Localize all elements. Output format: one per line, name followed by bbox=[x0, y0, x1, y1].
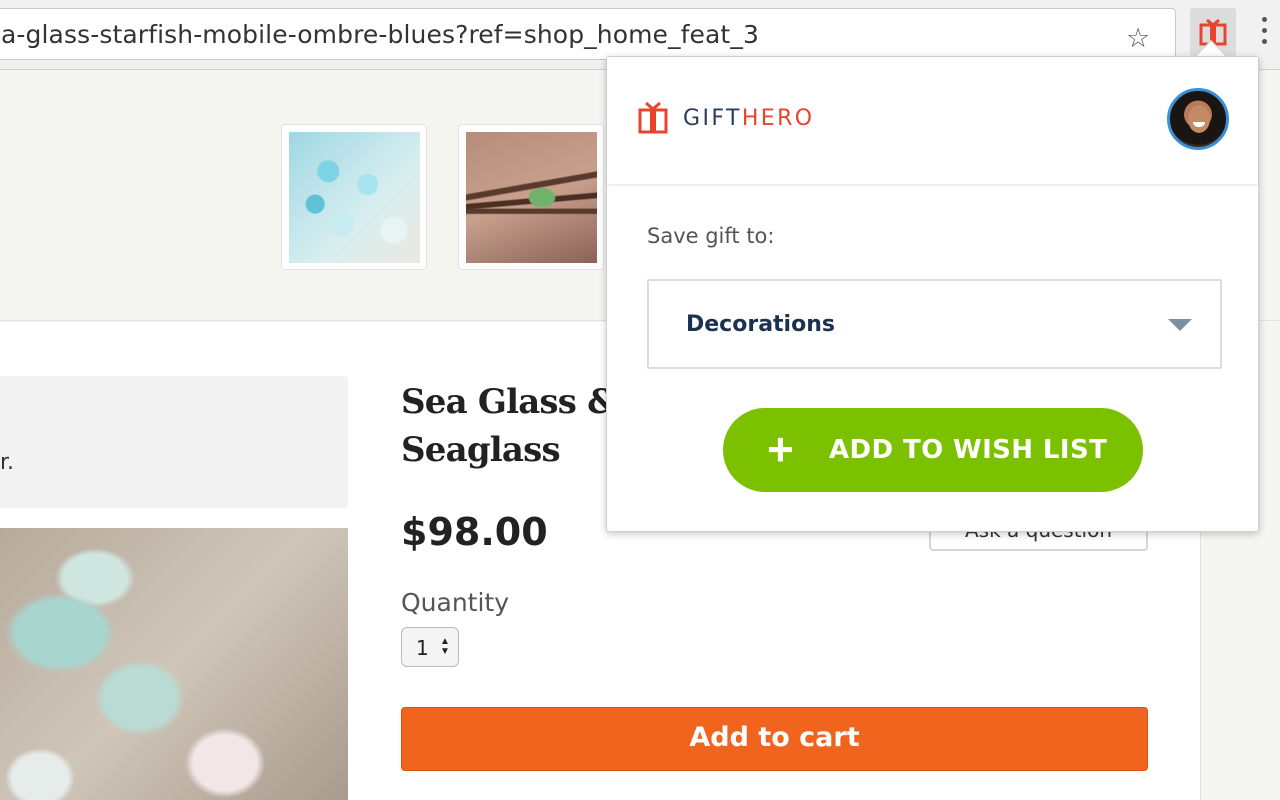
add-to-wish-list-button[interactable]: + ADD TO WISH LIST bbox=[723, 408, 1143, 492]
user-avatar[interactable] bbox=[1167, 88, 1229, 150]
add-to-cart-button[interactable]: Add to cart bbox=[401, 707, 1148, 771]
chevron-down-icon bbox=[1168, 319, 1192, 331]
quantity-label: Quantity bbox=[401, 588, 510, 617]
plus-icon: + bbox=[767, 423, 794, 475]
thumbnail-image bbox=[289, 132, 420, 263]
gifthero-popup: GIFTHERO Save gift to: Decorations + ADD… bbox=[606, 56, 1259, 532]
popup-header: GIFTHERO bbox=[607, 57, 1258, 185]
wish-button-label: ADD TO WISH LIST bbox=[829, 435, 1108, 465]
updown-arrows-icon: ▲ ▼ bbox=[440, 636, 450, 657]
gift-icon bbox=[638, 101, 668, 134]
address-bar[interactable]: a-glass-starfish-mobile-ombre-blues?ref=… bbox=[0, 8, 1176, 60]
gifthero-logo: GIFTHERO bbox=[637, 101, 815, 135]
brand-name: GIFTHERO bbox=[683, 105, 815, 131]
listing-price: $98.00 bbox=[401, 510, 548, 554]
selected-list: Decorations bbox=[686, 312, 835, 337]
notice-text: r. bbox=[0, 450, 15, 475]
star-icon[interactable]: ☆ bbox=[1126, 25, 1150, 52]
thumbnail-sea-glass[interactable] bbox=[281, 124, 427, 270]
thumbnail-image bbox=[466, 132, 597, 263]
quantity-value: 1 bbox=[416, 636, 429, 660]
more-vert-icon[interactable] bbox=[1262, 17, 1268, 47]
quantity-select[interactable]: 1 ▲ ▼ bbox=[401, 627, 459, 667]
main-product-photo[interactable] bbox=[0, 528, 348, 800]
url-text[interactable]: a-glass-starfish-mobile-ombre-blues?ref=… bbox=[1, 20, 759, 49]
shop-notice: r. bbox=[0, 376, 348, 508]
save-gift-label: Save gift to: bbox=[647, 224, 775, 248]
wish-list-select[interactable]: Decorations bbox=[647, 279, 1222, 369]
thumbnail-bracelet[interactable] bbox=[458, 124, 604, 270]
